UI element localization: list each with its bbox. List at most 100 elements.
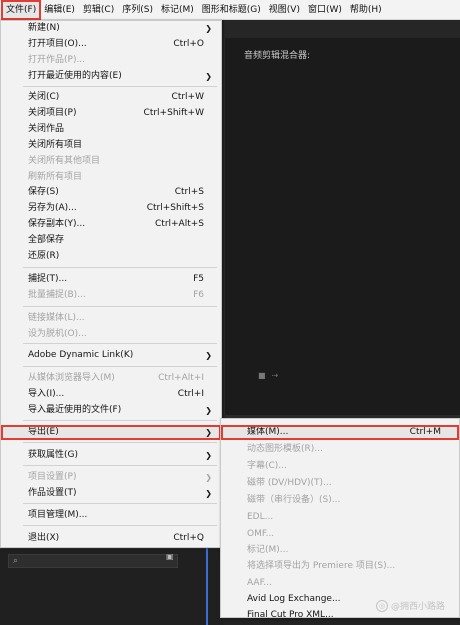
menu-item-label: 打开最近使用的内容(E) xyxy=(28,71,122,81)
project-search-input[interactable]: ⌕ xyxy=(8,554,178,568)
panel-focus-indicator xyxy=(206,548,208,625)
chevron-right-icon: ❯ xyxy=(205,351,212,360)
menu-graphics[interactable]: 图形和标题(G) xyxy=(198,1,265,19)
menu-separator xyxy=(23,306,217,307)
menu-item-另存为[interactable]: 另存为(A)... Ctrl+Shift+S xyxy=(1,201,221,216)
menu-item-磁带: 磁带（串行设备）(S)... xyxy=(221,493,459,508)
menu-item-label: 保存(S) xyxy=(28,187,59,197)
menu-sequence[interactable]: 序列(S) xyxy=(118,1,157,19)
search-icon: ⌕ xyxy=(13,556,19,566)
menu-item-打开最近使用的内容[interactable]: 打开最近使用的内容(E) ❯ xyxy=(1,69,221,84)
menu-item-label: 动态图形模板(R)... xyxy=(247,444,323,454)
menu-item-设为脱机: 设为脱机(O)... xyxy=(1,327,221,342)
menu-item-label: 打开作品(P)... xyxy=(28,55,86,65)
menu-item-label: 导入最近使用的文件(F) xyxy=(28,405,122,415)
menu-item-字幕: 字幕(C)... xyxy=(221,459,459,474)
menu-item-关闭所有项目[interactable]: 关闭所有项目 xyxy=(1,138,221,153)
menu-item-媒体[interactable]: 媒体(M)... Ctrl+M xyxy=(221,425,459,440)
menu-item-磁带: 磁带 (DV/HDV)(T)... xyxy=(221,476,459,491)
menu-item-edl: EDL... xyxy=(221,510,459,525)
menu-item-label: 批量捕捉(B)... xyxy=(28,290,86,300)
watermark-text: @拥西小路路 xyxy=(391,602,446,612)
menu-item-label: 获取属性(G) xyxy=(28,450,78,460)
panel-header xyxy=(224,20,460,38)
menu-item-导入[interactable]: 导入(I)... Ctrl+I xyxy=(1,387,221,402)
menu-item-导出[interactable]: 导出(E) ❯ xyxy=(1,425,221,440)
menu-item-label: 设为脱机(O)... xyxy=(28,329,87,339)
menu-item-标记: 标记(M)... xyxy=(221,543,459,558)
menu-item-label: 关闭所有其他项目 xyxy=(28,156,101,166)
menu-item-保存副本[interactable]: 保存副本(Y)... Ctrl+Alt+S xyxy=(1,217,221,232)
menu-item-刷新所有项目: 刷新所有项目 xyxy=(1,170,221,185)
menu-item-批量捕捉: 批量捕捉(B)... F6 xyxy=(1,288,221,303)
chevron-right-icon: ❯ xyxy=(205,489,212,498)
menu-separator xyxy=(23,86,217,87)
menu-help[interactable]: 帮助(H) xyxy=(346,1,386,19)
menu-item-项目管理[interactable]: 项目管理(M)... xyxy=(1,508,221,523)
menu-item-aaf: AAF... xyxy=(221,576,459,591)
menu-markers[interactable]: 标记(M) xyxy=(157,1,198,19)
menu-item-关闭项目[interactable]: 关闭项目(P) Ctrl+Shift+W xyxy=(1,106,221,121)
menu-item-退出[interactable]: 退出(X) Ctrl+Q xyxy=(1,531,221,546)
menu-item-adobe-dynamic-link[interactable]: Adobe Dynamic Link(K) ❯ xyxy=(1,348,221,363)
menu-item-label: 字幕(C)... xyxy=(247,461,287,471)
watermark-logo-icon: ◎ xyxy=(376,599,388,612)
menu-item-关闭[interactable]: 关闭(C) Ctrl+W xyxy=(1,90,221,105)
menu-item-label: AAF... xyxy=(247,578,272,588)
menu-item-链接媒体: 链接媒体(L)... xyxy=(1,311,221,326)
menu-bar: 文件(F) 编辑(E) 剪辑(C) 序列(S) 标记(M) 图形和标题(G) 视… xyxy=(0,0,460,20)
audio-clip-mixer-tab[interactable]: 音频剪辑混合器: xyxy=(244,48,310,61)
menu-separator xyxy=(23,420,217,421)
file-menu-dropdown: 新建(N) ❯ 打开项目(O)... Ctrl+O 打开作品(P)... 打开最近使用的内… xyxy=(0,20,222,548)
menu-item-omf: OMF... xyxy=(221,527,459,542)
menu-clip[interactable]: 剪辑(C) xyxy=(79,1,118,19)
loop-icon[interactable]: ⇢ xyxy=(272,371,279,380)
menu-item-保存[interactable]: 保存(S) Ctrl+S xyxy=(1,185,221,200)
menu-item-捕捉[interactable]: 捕捉(T)... F5 xyxy=(1,272,221,287)
menu-item-label: OMF... xyxy=(247,529,275,539)
menu-item-全部保存[interactable]: 全部保存 xyxy=(1,233,221,248)
menu-separator xyxy=(23,442,217,443)
menu-item-label: 关闭作品 xyxy=(28,124,65,134)
audio-clip-mixer-panel xyxy=(224,20,460,415)
menu-item-label: EDL... xyxy=(247,512,274,522)
menu-view[interactable]: 视图(V) xyxy=(265,1,304,19)
menu-item-shortcut: Ctrl+Alt+I xyxy=(158,373,204,383)
menu-item-label: 导入(I)... xyxy=(28,389,65,399)
menu-item-label: 项目设置(P) xyxy=(28,472,77,482)
menu-item-打开作品: 打开作品(P)... xyxy=(1,53,221,68)
chevron-right-icon: ❯ xyxy=(205,428,212,437)
menu-item-动态图形模板: 动态图形模板(R)... xyxy=(221,442,459,457)
menu-item-获取属性[interactable]: 获取属性(G) ❯ xyxy=(1,448,221,463)
menu-item-关闭作品[interactable]: 关闭作品 xyxy=(1,122,221,137)
menu-item-shortcut: Ctrl+Shift+S xyxy=(146,203,204,213)
menu-item-label: Adobe Dynamic Link(K) xyxy=(28,350,134,360)
menu-item-shortcut: Ctrl+O xyxy=(173,39,204,49)
menu-item-label: 链接媒体(L)... xyxy=(28,313,85,323)
menu-item-label: 关闭项目(P) xyxy=(28,108,77,118)
menu-item-label: 打开项目(O)... xyxy=(28,39,87,49)
menu-item-shortcut: Ctrl+Alt+S xyxy=(155,219,204,229)
stop-icon[interactable]: ■ xyxy=(258,371,266,380)
chevron-right-icon: ❯ xyxy=(205,24,212,33)
menu-item-还原[interactable]: 还原(R) xyxy=(1,249,221,264)
menu-file[interactable]: 文件(F) xyxy=(0,0,42,20)
menu-item-label: 新建(N) xyxy=(28,23,60,33)
watermark: ◎ @拥西小路路 xyxy=(376,599,445,612)
menu-item-shortcut: Ctrl+W xyxy=(171,92,204,102)
menu-item-label: 保存副本(Y)... xyxy=(28,219,86,229)
menu-item-label: 磁带 (DV/HDV)(T)... xyxy=(247,478,332,488)
menu-item-label: 关闭(C) xyxy=(28,92,60,102)
transport-controls: ■ ⇢ xyxy=(258,370,308,380)
menu-separator xyxy=(23,465,217,466)
menu-item-新建[interactable]: 新建(N) ❯ xyxy=(1,21,221,36)
menu-edit[interactable]: 编辑(E) xyxy=(40,1,79,19)
menu-window[interactable]: 窗口(W) xyxy=(304,1,346,19)
new-bin-icon[interactable]: ▣ xyxy=(166,552,178,562)
menu-item-label: 作品设置(T) xyxy=(28,488,77,498)
menu-item-打开项目[interactable]: 打开项目(O)... Ctrl+O xyxy=(1,37,221,52)
menu-item-作品设置[interactable]: 作品设置(T) ❯ xyxy=(1,486,221,501)
menu-separator xyxy=(23,366,217,367)
chevron-right-icon: ❯ xyxy=(205,451,212,460)
menu-item-导入最近使用的文件[interactable]: 导入最近使用的文件(F) ❯ xyxy=(1,403,221,418)
